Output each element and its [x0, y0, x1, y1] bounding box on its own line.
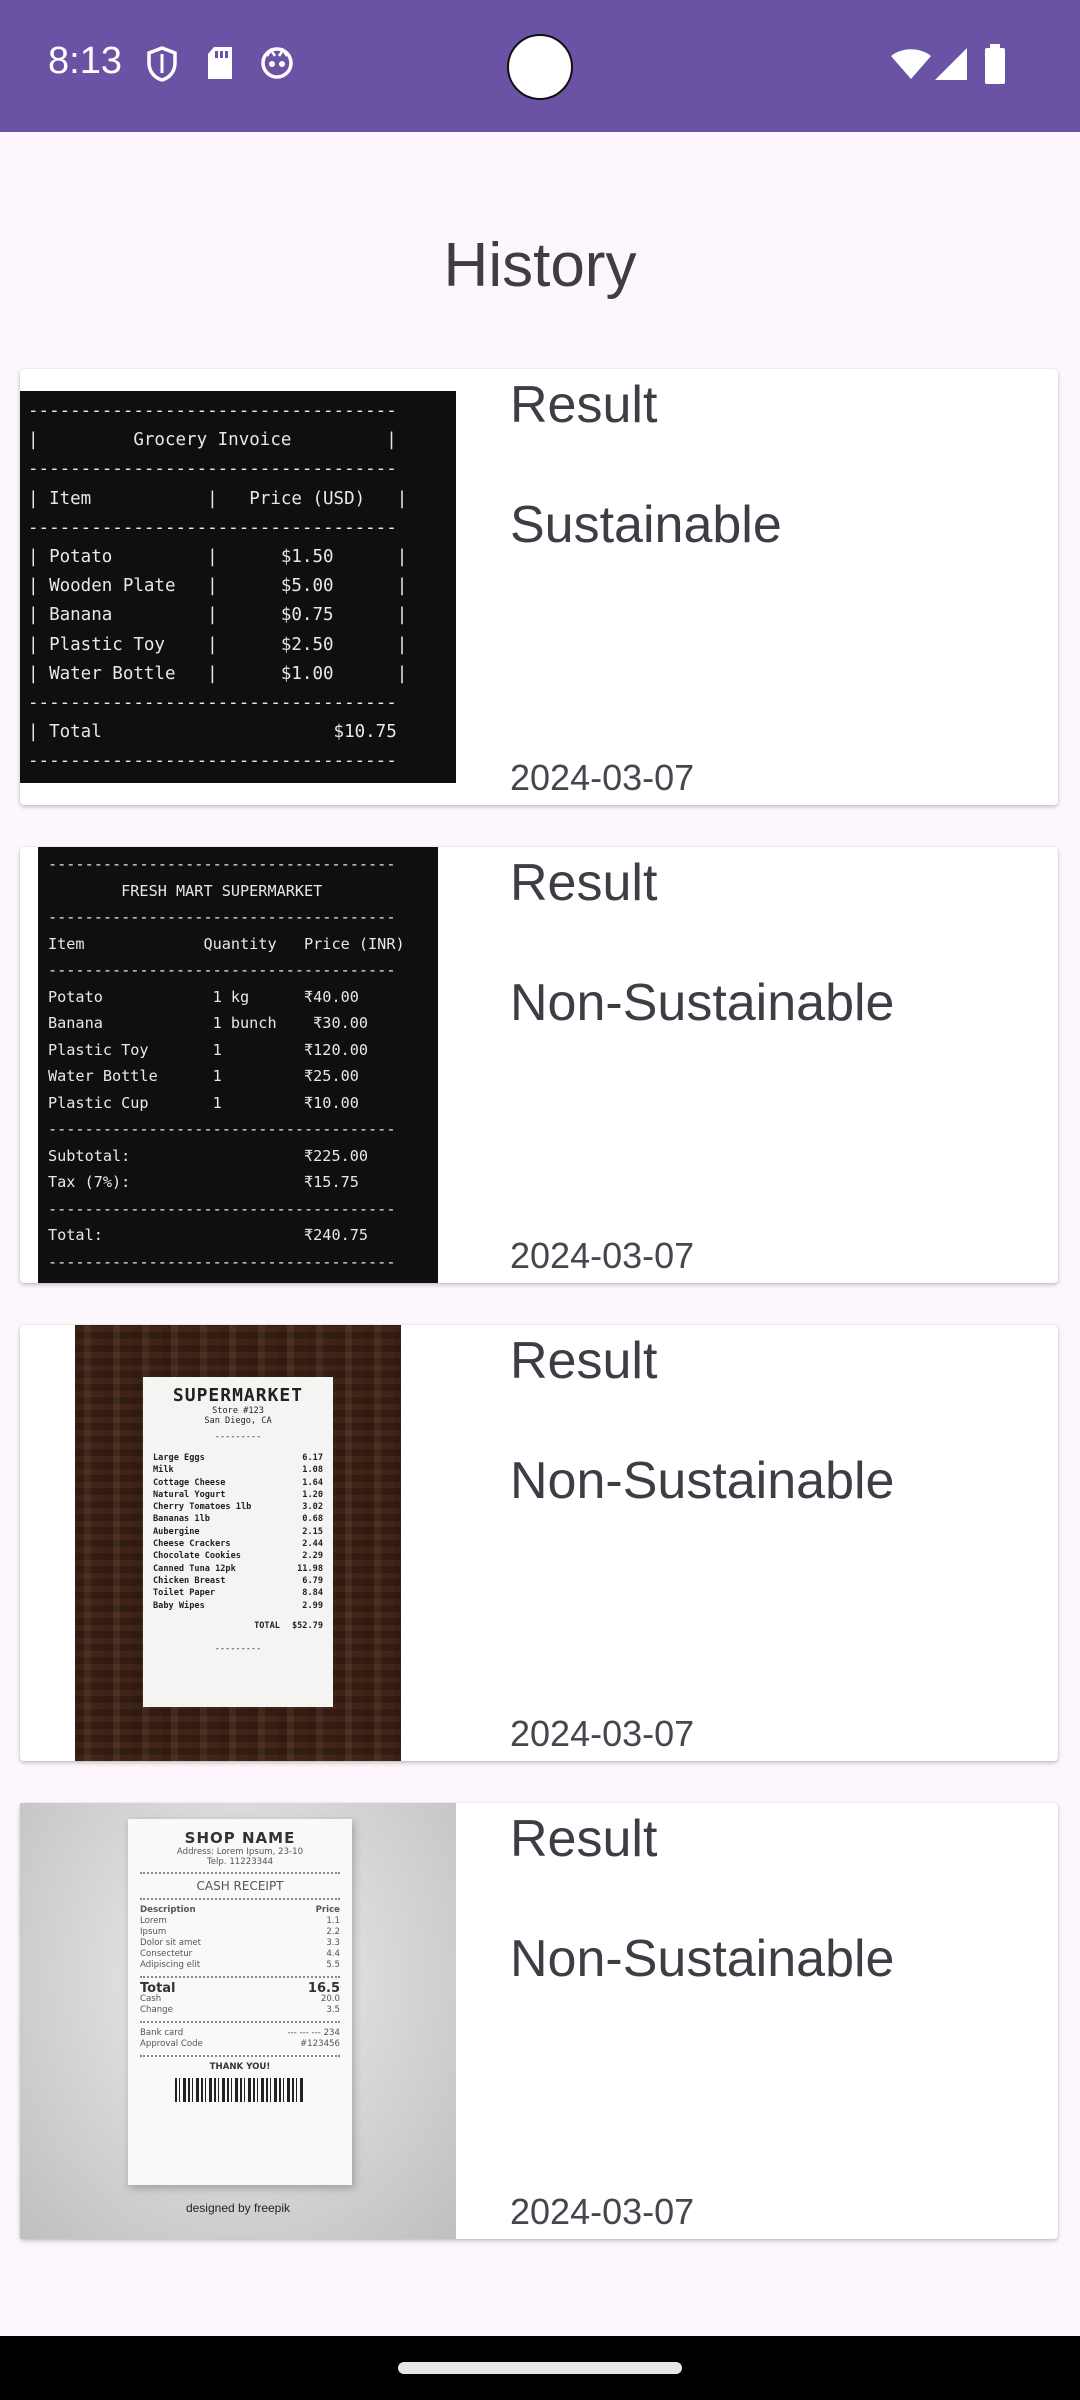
- receipt-thumbnail: SHOP NAME Address: Lorem Ipsum, 23-10 Te…: [20, 1803, 456, 2239]
- home-gesture-handle[interactable]: [398, 2362, 682, 2374]
- history-card[interactable]: SUPERMARKET Store #123 San Diego, CA ---…: [20, 1325, 1058, 1761]
- result-date: 2024-03-07: [510, 1235, 695, 1276]
- result-label: Result: [510, 854, 658, 912]
- result-label: Result: [510, 1332, 658, 1390]
- receipt-paper: SUPERMARKET Store #123 San Diego, CA ---…: [143, 1377, 333, 1707]
- status-bar: 8:13: [0, 0, 1080, 132]
- result-value: Non-Sustainable: [510, 1930, 895, 1988]
- history-card[interactable]: SHOP NAME Address: Lorem Ipsum, 23-10 Te…: [20, 1803, 1058, 2239]
- result-value: Sustainable: [510, 496, 782, 554]
- result-value: Non-Sustainable: [510, 1452, 895, 1510]
- receipt-thumbnail: -------------------------------------- F…: [38, 847, 438, 1283]
- image-credit: designed by freepik: [185, 2201, 291, 2215]
- wifi-icon: [890, 48, 932, 85]
- result-date: 2024-03-07: [510, 757, 695, 798]
- result-label: Result: [510, 376, 658, 434]
- result-date: 2024-03-07: [510, 1713, 695, 1754]
- status-time: 8:13: [48, 40, 122, 82]
- navigation-bar: [0, 2336, 1080, 2400]
- shield-icon: [146, 46, 178, 87]
- battery-icon: [984, 44, 1006, 89]
- result-value: Non-Sustainable: [510, 974, 895, 1032]
- result-label: Result: [510, 1810, 658, 1868]
- history-card[interactable]: ----------------------------------- | Gro…: [20, 369, 1058, 805]
- result-date: 2024-03-07: [510, 2191, 695, 2232]
- signal-icon: [934, 48, 968, 85]
- receipt-thumbnail: SUPERMARKET Store #123 San Diego, CA ---…: [75, 1325, 401, 1761]
- receipt-thumbnail: ----------------------------------- | Gro…: [20, 391, 456, 783]
- page-title: History: [443, 231, 637, 300]
- receipt-paper: SHOP NAME Address: Lorem Ipsum, 23-10 Te…: [128, 1819, 352, 2185]
- camera-cutout: [507, 34, 573, 100]
- app-notification-icon: [260, 46, 294, 85]
- sd-card-icon: [206, 46, 234, 85]
- barcode: [175, 2078, 305, 2102]
- history-card[interactable]: -------------------------------------- F…: [20, 847, 1058, 1283]
